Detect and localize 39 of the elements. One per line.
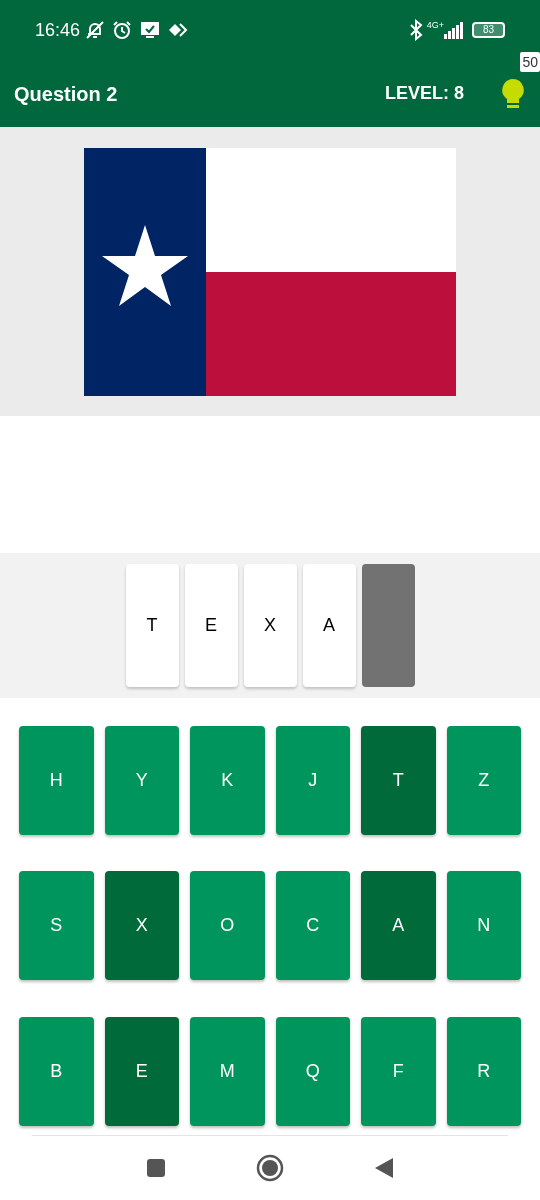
letter-key[interactable]: S (19, 871, 94, 981)
letter-key[interactable]: R (446, 1016, 521, 1126)
letter-key[interactable]: N (446, 871, 521, 981)
letter-key[interactable]: C (275, 871, 350, 981)
checkmark-screen-icon (140, 21, 161, 39)
question-title: Question 2 (14, 81, 118, 107)
battery-icon: 83 (472, 22, 505, 38)
letter-key[interactable]: J (275, 726, 350, 835)
bluetooth-icon (408, 19, 423, 41)
answer-letter-tile[interactable]: E (184, 564, 238, 687)
home-icon[interactable] (256, 1154, 284, 1182)
answer-letter-tile[interactable]: T (125, 564, 179, 687)
letter-key[interactable]: M (190, 1016, 265, 1126)
level-label: LEVEL: 8 (385, 82, 464, 105)
answer-letter-tile[interactable]: A (302, 564, 356, 687)
empty-answer-slot[interactable] (361, 564, 415, 687)
letter-key[interactable]: Z (446, 726, 521, 835)
letter-key[interactable]: A (361, 871, 436, 981)
letter-key[interactable]: X (104, 871, 179, 981)
letter-key[interactable]: K (190, 726, 265, 835)
mute-icon (84, 20, 107, 40)
status-time: 16:46 (35, 18, 81, 42)
network-type: 4G+ (426, 21, 444, 30)
signal-icon (444, 21, 464, 39)
letter-key[interactable]: E (104, 1016, 179, 1126)
back-icon[interactable] (374, 1157, 394, 1179)
hint-count-badge: 50 (520, 52, 540, 72)
letter-key[interactable]: Y (104, 726, 179, 835)
lightbulb-icon[interactable] (500, 76, 526, 111)
letter-key[interactable]: F (361, 1016, 436, 1126)
letter-key[interactable]: B (19, 1016, 94, 1126)
answer-letter-tile[interactable]: X (243, 564, 297, 687)
recent-apps-icon[interactable] (146, 1158, 166, 1178)
diamond-arrow-icon (168, 23, 189, 37)
letter-key[interactable]: Q (275, 1016, 350, 1126)
letter-key[interactable]: T (361, 726, 436, 835)
letter-key[interactable]: O (190, 871, 265, 981)
letter-key[interactable]: H (19, 726, 94, 835)
alarm-icon (112, 20, 133, 40)
